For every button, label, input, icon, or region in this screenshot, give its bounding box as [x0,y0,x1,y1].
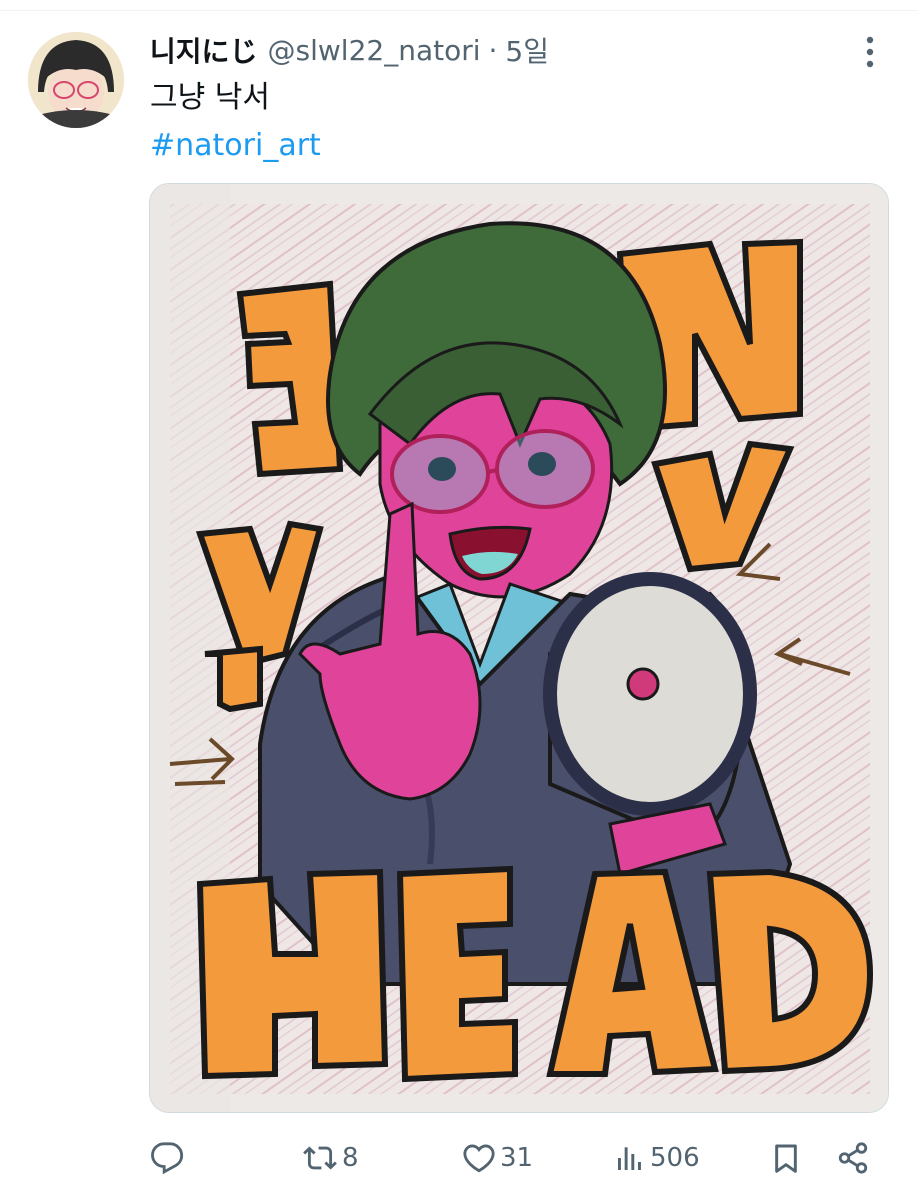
heart-icon [463,1144,495,1173]
views-icon [618,1147,641,1170]
separator-dot: · [488,33,498,67]
like-count: 31 [500,1143,534,1173]
drawing-image [150,184,888,1112]
views-button[interactable]: 506 [614,1136,700,1180]
retweet-count: 8 [342,1143,359,1173]
share-icon [838,1142,868,1174]
like-button[interactable]: 31 [462,1136,533,1180]
reply-button[interactable] [150,1136,184,1180]
share-button[interactable] [836,1136,870,1180]
bookmark-button[interactable] [770,1136,802,1180]
retweet-icon [303,1146,337,1170]
bookmark-icon [775,1144,797,1173]
top-divider [0,0,918,11]
timestamp[interactable]: 5일 [505,30,549,70]
tweet-text: 그냥 낙서 [150,80,270,115]
more-options-button[interactable] [852,32,888,72]
retweet-button[interactable]: 8 [302,1136,359,1180]
more-vertical-icon [866,36,874,68]
avatar[interactable] [28,32,124,128]
tweet-media-image[interactable] [149,183,889,1113]
tweet-action-bar: 8 31 506 [150,1136,880,1180]
tweet-header: 니지にじ @slwl22_natori · 5일 [150,30,549,70]
user-handle[interactable]: @slwl22_natori [268,34,481,67]
reply-icon [151,1142,184,1175]
hashtag-link[interactable]: #natori_art [150,126,321,166]
display-name[interactable]: 니지にじ [150,30,258,70]
views-count: 506 [650,1143,700,1173]
